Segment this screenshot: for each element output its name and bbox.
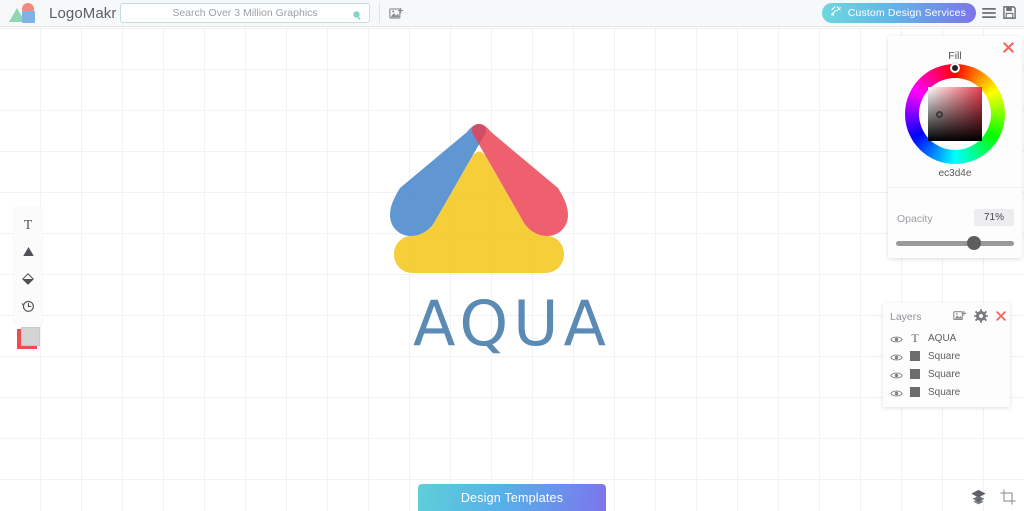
layer-row[interactable]: Square — [883, 365, 1010, 383]
paint-shape-icon — [22, 272, 34, 285]
bottom-right-tools — [970, 488, 1016, 505]
layers-panel: Layers T AQUA Square Square Square — [883, 303, 1010, 407]
opacity-value[interactable]: 71% — [974, 209, 1014, 226]
logo-text[interactable]: AQUA — [0, 286, 1024, 362]
hamburger-menu-icon — [982, 8, 996, 18]
layer-visibility-toggle[interactable] — [890, 350, 904, 362]
logomakr-brand-mark — [8, 2, 42, 24]
shape-layer-icon — [907, 386, 923, 398]
layer-row[interactable]: Square — [883, 383, 1010, 401]
layer-row[interactable]: T AQUA — [883, 329, 1010, 347]
paint-tool-button[interactable] — [15, 265, 41, 292]
text-layer-icon: T — [911, 331, 919, 345]
layer-name: Square — [928, 368, 961, 380]
layers-panel-title: Layers — [890, 311, 922, 323]
search-icon — [352, 8, 363, 20]
hex-color-value[interactable]: ec3d4e — [888, 168, 1022, 179]
custom-design-services-label: Custom Design Services — [847, 7, 966, 19]
crop-icon — [999, 488, 1016, 505]
brush-icon — [830, 4, 842, 22]
brand-square-icon — [22, 11, 35, 23]
add-image-icon — [953, 310, 967, 321]
fill-color-picker-panel: Fill ec3d4e Opacity 71% — [888, 36, 1022, 258]
clock-history-icon — [21, 300, 34, 312]
layers-add-image-button[interactable] — [953, 309, 967, 323]
save-button[interactable] — [1002, 5, 1018, 21]
layers-toggle-button[interactable] — [970, 488, 987, 505]
brand-name: LogoMakr — [49, 4, 117, 22]
logo-artwork[interactable] — [388, 118, 570, 276]
hue-handle[interactable] — [950, 63, 960, 73]
eye-icon — [890, 336, 903, 343]
top-bar: LogoMakr Search Over 3 Million Graphics … — [0, 0, 1024, 27]
eye-icon — [890, 390, 903, 397]
svg-text:T: T — [24, 217, 33, 232]
stacked-layers-icon — [971, 489, 986, 505]
crop-tool-button[interactable] — [999, 488, 1016, 505]
layers-panel-close-button[interactable] — [995, 309, 1007, 321]
search-bar[interactable] — [120, 3, 370, 23]
search-input[interactable] — [140, 4, 350, 22]
left-toolbar: T — [14, 207, 42, 325]
design-templates-label: Design Templates — [460, 490, 564, 505]
layer-name: Square — [928, 386, 961, 398]
hamburger-menu-button[interactable] — [981, 5, 997, 21]
layer-name: AQUA — [928, 332, 957, 344]
eye-icon — [890, 354, 903, 361]
text-tool-button[interactable]: T — [15, 211, 41, 238]
design-templates-button[interactable]: Design Templates — [418, 484, 606, 511]
fill-panel-title: Fill — [948, 50, 962, 62]
add-image-button[interactable] — [386, 3, 406, 23]
opacity-slider-track[interactable] — [896, 241, 1014, 246]
layer-visibility-toggle[interactable] — [890, 332, 904, 344]
fill-panel-separator — [888, 187, 1022, 188]
shape-layer-icon — [907, 368, 923, 380]
logomakr-app: LogoMakr Search Over 3 Million Graphics … — [0, 0, 1024, 511]
shape-tool-button[interactable] — [15, 238, 41, 265]
saturation-value-handle[interactable] — [936, 111, 943, 118]
color-wheel[interactable] — [905, 63, 1005, 164]
eye-icon — [890, 372, 903, 379]
triangle-icon — [22, 247, 34, 256]
shape-layer-icon — [907, 350, 923, 362]
toolbar-divider — [379, 3, 380, 23]
layer-visibility-toggle[interactable] — [890, 386, 904, 398]
opacity-slider-thumb[interactable] — [967, 236, 981, 250]
opacity-label: Opacity — [897, 213, 933, 225]
layer-name: Square — [928, 350, 961, 362]
add-image-icon — [388, 7, 403, 19]
custom-design-services-button[interactable]: Custom Design Services — [821, 3, 976, 23]
color-swatch[interactable] — [17, 327, 41, 351]
layers-settings-button[interactable] — [974, 309, 988, 323]
gear-icon — [974, 309, 988, 323]
layer-visibility-toggle[interactable] — [890, 368, 904, 380]
save-disk-icon — [1003, 6, 1016, 19]
history-tool-button[interactable] — [15, 292, 41, 319]
color-swatch-front[interactable] — [21, 327, 40, 346]
layer-row[interactable]: Square — [883, 347, 1010, 365]
text-T-icon: T — [24, 217, 33, 232]
layers-list: T AQUA Square Square Square — [883, 329, 1010, 401]
close-x-icon — [996, 311, 1006, 321]
